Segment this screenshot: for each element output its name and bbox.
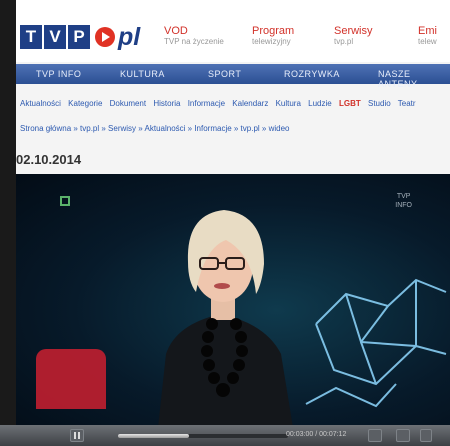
category-link[interactable]: Kultura	[276, 99, 301, 108]
presenter-figure	[156, 210, 296, 446]
category-link[interactable]: Ludzie	[308, 99, 332, 108]
breadcrumb[interactable]: Strona główna » tvp.pl » Serwisy » Aktua…	[20, 124, 289, 133]
header-link-serwisy-title: Serwisy	[334, 25, 373, 37]
logo-letter-p: P	[68, 25, 90, 49]
category-link[interactable]: Dokument	[110, 99, 146, 108]
seek-bar[interactable]	[118, 434, 288, 438]
header-link-emisja-title: Emi	[418, 25, 437, 37]
category-link[interactable]: Aktualności	[20, 99, 61, 108]
category-links: Aktualności Kategorie Dokument Historia …	[20, 99, 450, 108]
header-link-vod-subtitle: TVP na życzenie	[164, 37, 224, 46]
settings-icon[interactable]	[420, 429, 432, 442]
header-link-emisja[interactable]: Emi telew	[418, 25, 437, 47]
logo-letter-t: T	[20, 25, 42, 49]
header-link-vod-title: VOD	[164, 25, 188, 37]
volume-icon[interactable]	[368, 429, 382, 442]
nav-item-tvp-info[interactable]: TVP INFO	[36, 69, 81, 79]
video-player[interactable]: TVP INFO	[16, 174, 450, 446]
pause-button[interactable]	[70, 429, 84, 442]
category-link[interactable]: Kategorie	[68, 99, 102, 108]
category-link[interactable]: Studio	[368, 99, 391, 108]
header-link-program-subtitle: telewizyjny	[252, 37, 291, 46]
category-link-active[interactable]: LGBT	[339, 99, 361, 108]
nav-item-kultura[interactable]: KULTURA	[120, 69, 165, 79]
header-link-program-title: Program	[252, 25, 295, 37]
time-readout: 00:03:00 / 00:07:12	[286, 431, 347, 438]
category-link[interactable]: Historia	[153, 99, 180, 108]
site-header: T V P pl VOD TVP na życzenie Program tel…	[16, 0, 450, 62]
player-controls: 00:03:00 / 00:07:12	[0, 425, 450, 446]
header-link-serwisy-subtitle: tvp.pl	[334, 37, 354, 46]
play-dot-icon	[95, 27, 115, 47]
header-link-program[interactable]: Program telewizyjny	[252, 25, 294, 47]
category-link[interactable]: Teatr	[398, 99, 416, 108]
video-date: 02.10.2014	[16, 152, 82, 167]
header-link-emisja-subtitle: telew	[418, 37, 437, 46]
logo-letter-v: V	[44, 25, 66, 49]
header-link-vod[interactable]: VOD TVP na życzenie	[164, 25, 224, 47]
nav-item-sport[interactable]: SPORT	[208, 69, 241, 79]
nav-item-nasze-anteny[interactable]: NASZE ANTENY	[378, 69, 450, 89]
browser-page: T V P pl VOD TVP na życzenie Program tel…	[16, 0, 450, 446]
category-link[interactable]: Informacje	[188, 99, 225, 108]
main-nav: TVP INFO KULTURA SPORT ROZRYWKA NASZE AN…	[16, 64, 450, 89]
logo-suffix: pl	[118, 22, 141, 51]
nav-item-rozrywka[interactable]: ROZRYWKA	[284, 69, 340, 79]
category-link[interactable]: Kalendarz	[232, 99, 268, 108]
fullscreen-icon[interactable]	[396, 429, 410, 442]
site-logo[interactable]: T V P pl	[20, 22, 140, 52]
seek-bar-fill	[118, 434, 190, 438]
header-link-serwisy[interactable]: Serwisy tvp.pl	[334, 25, 373, 47]
left-bezel	[0, 0, 16, 446]
